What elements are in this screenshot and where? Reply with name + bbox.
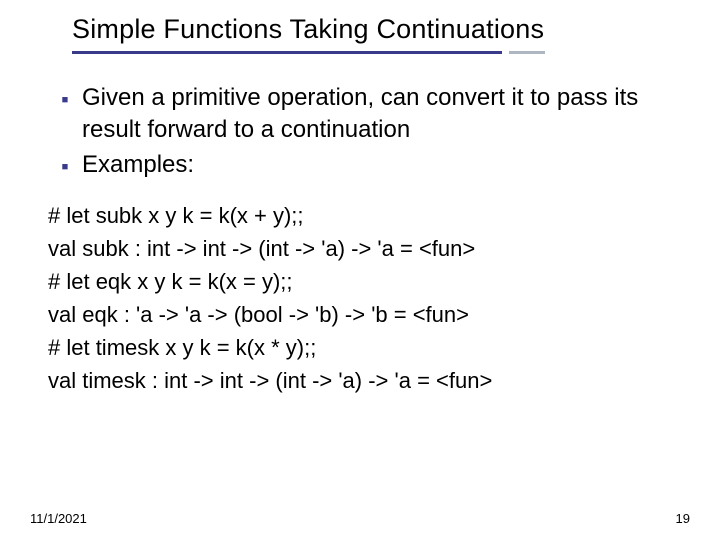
footer-date: 11/1/2021 [30,511,87,526]
code-line: val timesk : int -> int -> (int -> 'a) -… [48,364,672,397]
bullet-item: ■ Given a primitive operation, can conve… [48,82,672,147]
slide-body: ■ Given a primitive operation, can conve… [0,54,720,397]
code-line: # let subk x y k = k(x + y);; [48,199,672,232]
code-line: val subk : int -> int -> (int -> 'a) -> … [48,232,672,265]
title-area: Simple Functions Taking Continuations [0,0,720,54]
title-underline [72,51,632,54]
code-block: # let subk x y k = k(x + y);; val subk :… [48,199,672,397]
bullet-icon: ■ [48,149,82,181]
title-underline-primary [72,51,502,54]
code-line: # let timesk x y k = k(x * y);; [48,331,672,364]
code-line: val eqk : 'a -> 'a -> (bool -> 'b) -> 'b… [48,298,672,331]
title-underline-secondary [509,51,545,54]
code-line: # let eqk x y k = k(x = y);; [48,265,672,298]
bullet-text: Examples: [82,149,672,181]
bullet-text: Given a primitive operation, can convert… [82,82,672,147]
bullet-list: ■ Given a primitive operation, can conve… [48,82,672,181]
bullet-item: ■ Examples: [48,149,672,181]
bullet-icon: ■ [48,82,82,147]
slide: Simple Functions Taking Continuations ■ … [0,0,720,540]
page-number: 19 [676,511,690,526]
slide-title: Simple Functions Taking Continuations [72,14,720,45]
